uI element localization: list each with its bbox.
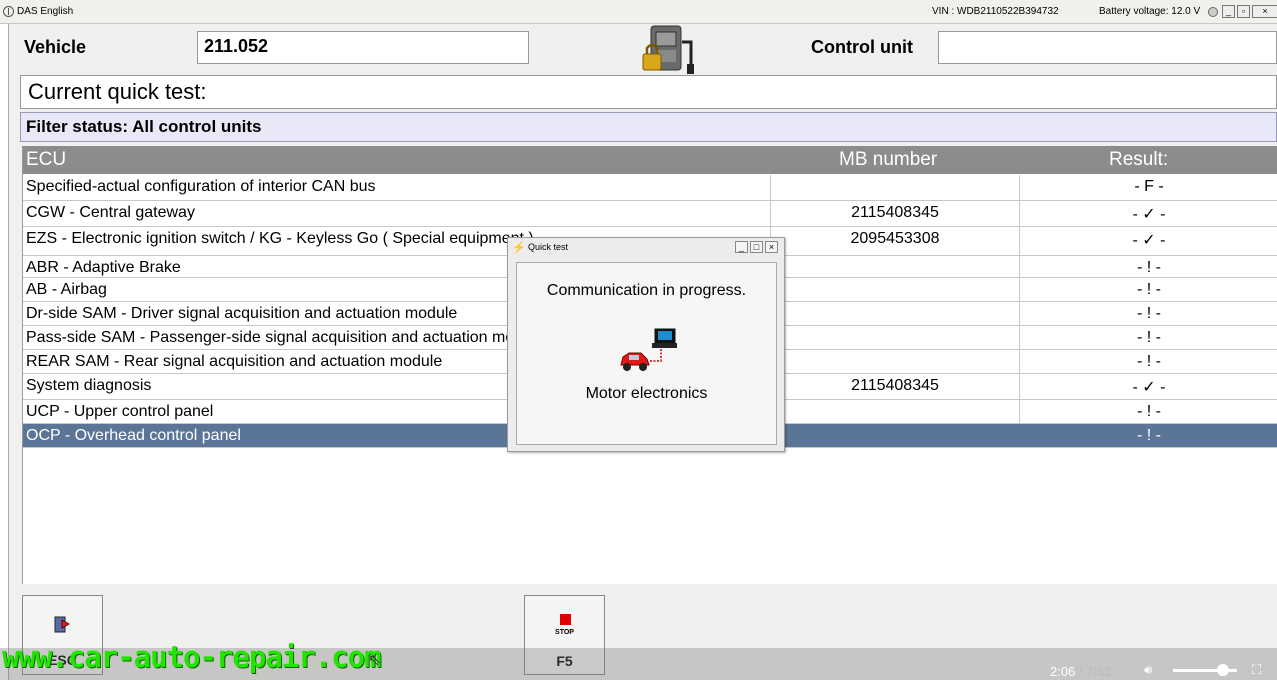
watermark: www.car-auto-repair.com — [2, 640, 382, 674]
diagnosis-device-lock-icon — [641, 24, 697, 76]
column-header-result: Result: — [1109, 149, 1169, 170]
video-current-time: 2:06 — [1050, 664, 1076, 679]
volume-slider[interactable] — [1173, 664, 1237, 676]
mb-number-cell — [770, 175, 1020, 200]
table-header: ECU MB number Result: — [23, 146, 1277, 174]
dialog-title: Quick test — [528, 242, 569, 252]
dialog-body: Communication in progress. Motor electro… — [516, 262, 777, 445]
table-row[interactable]: CGW - Central gateway 2115408345 - ✓ - — [23, 201, 1277, 227]
mb-number-cell — [770, 302, 1020, 325]
mouse-cursor-icon: ⇖ — [368, 652, 382, 669]
mb-number-cell — [770, 400, 1020, 423]
result-cell: - ✓ - — [1132, 206, 1166, 223]
column-header-ecu: ECU — [26, 149, 67, 170]
mb-number-cell: 2115408345 — [770, 374, 1020, 399]
vehicle-label: Vehicle — [24, 37, 87, 57]
communication-message: Communication in progress. — [546, 282, 747, 299]
result-cell: - ✓ - — [1132, 232, 1166, 249]
restore-icon[interactable]: ▫ — [1237, 5, 1250, 18]
module-name: Motor electronics — [585, 385, 708, 402]
column-header-mb-number: MB number — [839, 149, 938, 170]
control-unit-field[interactable] — [938, 31, 1277, 64]
result-cell: - ! - — [1137, 427, 1161, 444]
quick-test-dialog: ⚡ Quick test _ □ × Communication in prog… — [507, 237, 785, 452]
dialog-close-icon[interactable]: × — [765, 241, 778, 253]
result-cell: - ! - — [1137, 281, 1161, 298]
battery-readout: Battery voltage: 12.0 V — [1099, 6, 1201, 17]
mb-number-cell — [770, 278, 1020, 301]
car-laptop-connection-icon — [617, 327, 678, 373]
close-icon[interactable]: × — [1252, 5, 1277, 18]
battery-status-icon — [1208, 7, 1218, 17]
volume-knob[interactable] — [1217, 664, 1229, 676]
video-duration: / 7:52 — [1078, 664, 1112, 679]
vin-readout: VIN : WDB2110522B394732 — [932, 6, 1059, 17]
mb-number-cell: 2115408345 — [770, 201, 1020, 226]
result-cell: - ✓ - — [1132, 379, 1166, 396]
mb-number-cell — [770, 424, 1020, 447]
stop-text: STOP — [555, 629, 574, 636]
dialog-title-bar: ⚡ Quick test _ □ × — [508, 238, 784, 256]
fullscreen-icon[interactable]: ⛶ — [1252, 662, 1261, 678]
table-row[interactable]: Specified-actual configuration of interi… — [23, 175, 1277, 201]
exit-door-icon — [53, 614, 73, 634]
quick-test-icon: ⚡ — [512, 242, 526, 254]
mercedes-logo-icon — [3, 6, 14, 17]
mb-number-cell — [770, 350, 1020, 373]
result-cell: - ! - — [1137, 353, 1161, 370]
title-bar: DAS English VIN : WDB2110522B394732 Batt… — [0, 0, 1277, 24]
current-quick-test: Current quick test: — [20, 75, 1277, 109]
result-cell: - ! - — [1137, 403, 1161, 420]
mb-number-cell: 2095453308 — [770, 227, 1020, 255]
result-cell: - ! - — [1137, 305, 1161, 322]
mb-number-cell — [770, 326, 1020, 349]
video-time: 2:06 / 7:52 — [1050, 664, 1111, 679]
volume-icon[interactable]: 🔊︎ — [1144, 662, 1152, 678]
ecu-cell: Specified-actual configuration of interi… — [26, 178, 376, 195]
result-cell: - F - — [1134, 178, 1164, 195]
dialog-maximize-icon[interactable]: □ — [750, 241, 763, 253]
ecu-cell: CGW - Central gateway — [26, 204, 195, 221]
stop-icon — [560, 614, 571, 625]
dialog-minimize-icon[interactable]: _ — [735, 241, 748, 253]
minimize-icon[interactable]: _ — [1222, 5, 1235, 18]
app-title: DAS English — [17, 6, 74, 17]
mb-number-cell — [770, 256, 1020, 277]
filter-status: Filter status: All control units — [20, 112, 1277, 142]
result-cell: - ! - — [1137, 329, 1161, 346]
result-cell: - ! - — [1137, 259, 1161, 276]
control-unit-label: Control unit — [811, 37, 913, 57]
vehicle-field[interactable]: 211.052 — [197, 31, 529, 64]
